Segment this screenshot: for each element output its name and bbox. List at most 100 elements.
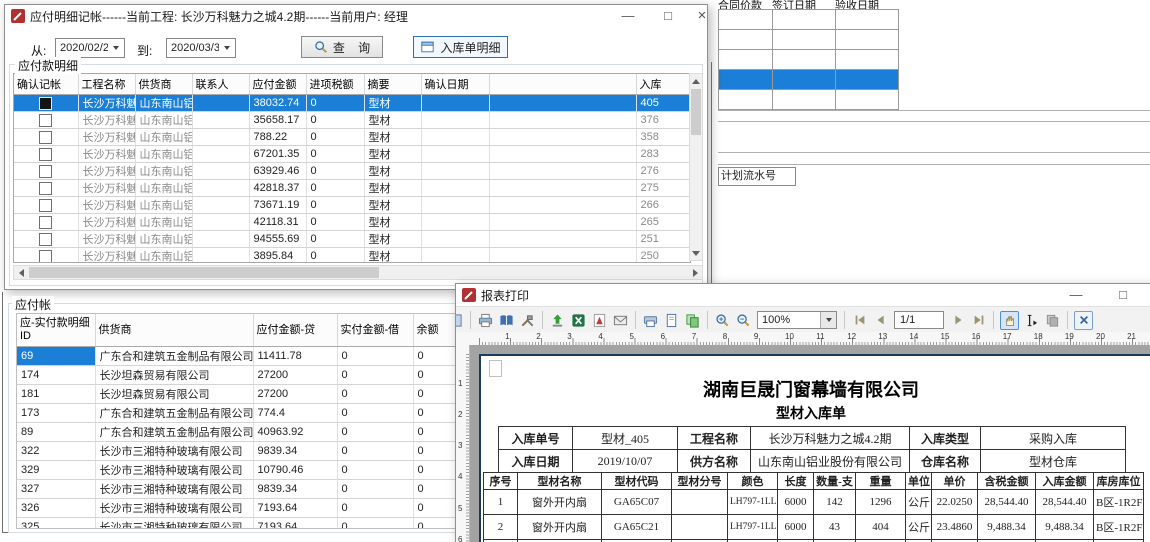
hand-tool-icon[interactable] [1000, 311, 1019, 330]
book-icon[interactable] [498, 312, 515, 329]
inbound-detail-button[interactable]: 入库单明细 [413, 36, 508, 58]
accounts-row[interactable]: 89 广东合和建筑五金制品有限公司 40963.92 0 0 [17, 423, 458, 442]
last-page-icon[interactable] [970, 312, 987, 329]
payable-row[interactable]: 长沙万科魅力... 山东南山铝业... 73671.19 0 型材 266 [14, 197, 690, 214]
query-button[interactable]: 查 询 [301, 36, 383, 58]
col-header-amount[interactable]: 应付金额 [249, 74, 306, 95]
payable-row[interactable]: 长沙万科魅力... 山东南山铝业... 42118.31 0 型材 265 [14, 214, 690, 231]
close-button[interactable]: × [687, 5, 707, 27]
close-preview-icon[interactable] [1074, 311, 1093, 330]
scroll-up-icon[interactable] [690, 74, 702, 88]
bg-table-row[interactable] [719, 30, 899, 50]
pdf-icon[interactable] [591, 312, 608, 329]
copy-icon[interactable] [1044, 312, 1061, 329]
confirm-checkbox[interactable] [39, 233, 52, 246]
accounts-row[interactable]: 329 长沙市三湘特种玻璃有限公司 10790.46 0 0 [17, 461, 458, 480]
confirm-checkbox[interactable] [39, 165, 52, 178]
scroll-down-icon[interactable] [690, 246, 702, 260]
payable-row[interactable]: 长沙万科魅力... 山东南山铝业... 35658.17 0 型材 376 [14, 112, 690, 129]
multi-page-icon[interactable] [684, 312, 701, 329]
from-date-combo[interactable]: 2020/02/29 [55, 38, 125, 58]
col-header-inbound[interactable]: 入库 [636, 74, 690, 95]
scroll-left-icon[interactable] [14, 266, 28, 279]
print-icon[interactable] [477, 312, 494, 329]
previous-page-icon[interactable] [872, 312, 889, 329]
bg-selected-row[interactable] [719, 70, 899, 90]
chevron-down-icon[interactable] [219, 40, 234, 56]
chevron-down-icon[interactable] [108, 40, 123, 56]
app-icon [11, 9, 25, 23]
col-header-project[interactable]: 工程名称 [78, 74, 135, 95]
confirm-checkbox[interactable] [39, 216, 52, 229]
minimize-button[interactable]: — [1061, 284, 1091, 306]
payable-row[interactable]: 长沙万科魅力... 山东南山铝业... 63929.46 0 型材 276 [14, 163, 690, 180]
accounts-row[interactable]: 327 长沙市三湘特种玻璃有限公司 9839.34 0 0 [17, 480, 458, 499]
report-detail-row: 1窗外开内扇GA65C07 LH797-1LL6000 1421296公斤 22… [484, 490, 1144, 515]
accounts-row[interactable]: 174 长沙坦森贸易有限公司 27200 0 0 [17, 366, 458, 385]
excel-icon[interactable] [570, 312, 587, 329]
payable-titlebar[interactable]: 应付明细记帐------当前工程: 长沙万科魅力之城4.2期------当前用户… [5, 5, 707, 27]
scrollbar-thumb[interactable] [691, 89, 701, 135]
confirm-checkbox[interactable] [39, 114, 52, 127]
clipped-icon[interactable] [456, 312, 464, 329]
bg-table-row[interactable] [719, 10, 899, 30]
col-header-supplier[interactable]: 供货商 [135, 74, 192, 95]
to-date-combo[interactable]: 2020/03/31 [166, 38, 236, 58]
accounts-row[interactable]: 69 广东合和建筑五金制品有限公司 11411.78 0 0 [17, 347, 458, 366]
confirm-checkbox[interactable] [39, 97, 52, 110]
payable-row[interactable]: 长沙万科魅力... 山东南山铝业... 42818.37 0 型材 275 [14, 180, 690, 197]
report-titlebar[interactable]: 报表打印 — □ × [456, 284, 1150, 306]
report-preview-area[interactable]: 湖南巨晟门窗幕墙有限公司 型材入库单 入库单号型材_405 工程名称长沙万科魅力… [456, 345, 1150, 542]
horizontal-scrollbar[interactable] [13, 265, 703, 280]
close-button[interactable]: × [1146, 284, 1150, 306]
tools-icon[interactable] [519, 312, 536, 329]
window-grid-icon [420, 40, 435, 54]
col-header-credit[interactable]: 应付金额-贷 [253, 314, 337, 347]
payable-row[interactable]: 长沙万科魅力... 山东南山铝业... 788.22 0 型材 358 [14, 129, 690, 146]
col-header-id[interactable]: 应-实付款明细ID [17, 314, 95, 347]
page-number-box[interactable]: 1/1 [894, 311, 944, 329]
payable-row[interactable]: 长沙万科魅力... 山东南山铝业... 3895.84 0 型材 250 [14, 248, 690, 264]
col-header-tax[interactable]: 进项税额 [306, 74, 364, 95]
chevron-down-icon[interactable] [820, 312, 836, 328]
col-header-supplier[interactable]: 供货商 [95, 314, 253, 347]
maximize-button[interactable]: □ [1108, 284, 1138, 306]
accounts-row[interactable]: 325 长沙市三湘特种玻璃有限公司 7193.64 0 0 [17, 518, 458, 530]
col-header-confirm-date[interactable]: 确认日期 [421, 74, 489, 95]
bg-table-row[interactable] [719, 90, 899, 110]
confirm-checkbox[interactable] [39, 148, 52, 161]
print-setup-icon[interactable] [642, 312, 659, 329]
col-header-summary[interactable]: 摘要 [364, 74, 421, 95]
payable-row[interactable]: 长沙万科魅力... 山东南山铝业... 94555.69 0 型材 251 [14, 231, 690, 248]
zoom-out-icon[interactable] [735, 312, 752, 329]
first-page-icon[interactable] [851, 312, 868, 329]
zoom-level-combo[interactable]: 100% [757, 311, 837, 329]
payable-row[interactable]: 长沙万科魅力... 山东南山铝业... 38032.74 0 型材 405 [14, 95, 690, 112]
col-header-balance[interactable]: 余额 [413, 314, 458, 347]
col-header-debit[interactable]: 实付金额-借 [337, 314, 413, 347]
accounts-row[interactable]: 326 长沙市三湘特种玻璃有限公司 7193.64 0 0 [17, 499, 458, 518]
accounts-row[interactable]: 181 长沙坦森贸易有限公司 27200 0 0 [17, 385, 458, 404]
confirm-checkbox[interactable] [39, 182, 52, 195]
accounts-row[interactable]: 173 广东合和建筑五金制品有限公司 774.4 0 0 [17, 404, 458, 423]
col-header-contact[interactable]: 联系人 [192, 74, 249, 95]
scroll-right-icon[interactable] [688, 266, 702, 279]
accounts-row[interactable]: 322 长沙市三湘特种玻璃有限公司 9839.34 0 0 [17, 442, 458, 461]
col-header-blank[interactable] [489, 74, 636, 95]
col-header-confirm-book[interactable]: 确认记帐 [14, 74, 78, 95]
confirm-checkbox[interactable] [39, 250, 52, 263]
bg-table-row[interactable] [719, 50, 899, 70]
vertical-scrollbar[interactable] [689, 73, 703, 261]
zoom-in-icon[interactable] [714, 312, 731, 329]
confirm-checkbox[interactable] [39, 199, 52, 212]
minimize-button[interactable]: — [613, 5, 643, 27]
export-icon[interactable] [549, 312, 566, 329]
single-page-icon[interactable] [663, 312, 680, 329]
maximize-button[interactable]: □ [653, 5, 683, 27]
mail-icon[interactable] [612, 312, 629, 329]
next-page-icon[interactable] [949, 312, 966, 329]
confirm-checkbox[interactable] [39, 131, 52, 144]
text-select-icon[interactable] [1023, 312, 1040, 329]
payable-row[interactable]: 长沙万科魅力... 山东南山铝业... 67201.35 0 型材 283 [14, 146, 690, 163]
scrollbar-thumb[interactable] [29, 267, 379, 278]
